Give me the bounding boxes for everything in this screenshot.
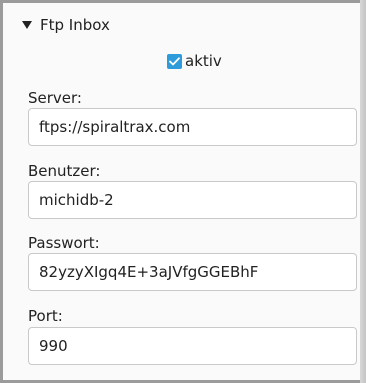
server-label: Server: [28,89,82,107]
port-input[interactable] [28,327,357,365]
password-label: Passwort: [28,234,100,252]
checkbox-aktiv[interactable] [167,53,182,69]
server-input[interactable] [28,108,357,146]
port-label: Port: [28,307,63,325]
checkmark-icon [169,56,180,65]
user-label: Benutzer: [28,162,101,180]
triangle-down-icon [22,21,32,29]
section-toggle-ftp-inbox[interactable]: Ftp Inbox [20,14,110,36]
checkbox-label-aktiv: aktiv [185,52,222,70]
section-title: Ftp Inbox [40,16,110,34]
active-checkbox-row[interactable]: aktiv [167,52,222,70]
user-input[interactable] [28,181,357,219]
password-input[interactable] [28,253,357,291]
scrollbar-track[interactable] [360,0,366,383]
